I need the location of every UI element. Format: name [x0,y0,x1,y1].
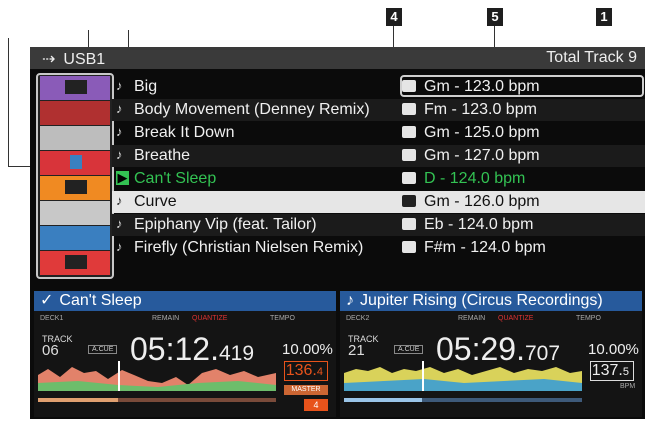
usb-icon: ⇢ [42,51,56,68]
artwork-thumb[interactable] [40,251,110,275]
tempo-unit: % [625,341,639,358]
key-icon [402,218,416,230]
total-track-count: Total Track 9 [546,49,637,66]
tempo-value: 10.00 [588,341,626,358]
track-key-bpm: Eb - 124.0 bpm [424,216,534,233]
remain-label: REMAIN [458,315,486,322]
track-row[interactable]: ♪ Big Gm - 123.0 bpm [112,76,645,98]
deck-label: DECK1 [40,315,64,322]
artwork-thumb[interactable] [40,126,110,150]
tempo-label: TEMPO [576,315,601,322]
deck-label: DECK2 [346,315,370,322]
music-note-icon: ♪ [116,193,123,208]
device-name: USB1 [63,51,106,68]
track-title: Firefly (Christian Nielsen Remix) [134,239,364,256]
tempo-unit: % [319,341,333,358]
key-icon [402,149,416,161]
callout-1: 1 [596,8,612,26]
track-row[interactable]: ♪ Firefly (Christian Nielsen Remix) F#m … [112,237,645,259]
artwork-thumb[interactable] [40,76,110,100]
callout-5: 5 [487,8,503,26]
sync-indicator: 4 [304,399,328,411]
track-key-bpm: D - 124.0 bpm [424,170,526,187]
track-row[interactable]: ♪ Breathe Gm - 127.0 bpm [112,145,645,167]
music-note-icon: ♪ [116,124,123,139]
key-icon [402,195,416,207]
deck-2-panel: ♪ Jupiter Rising (Circus Recordings) DECK… [340,291,642,417]
track-key-bpm: Gm - 125.0 bpm [424,124,540,141]
track-key-bpm: Gm - 127.0 bpm [424,147,540,164]
music-note-icon: ♪ [116,147,123,162]
waveform [344,361,582,391]
artwork-thumb[interactable] [40,101,110,125]
bpm-unit: BPM [620,383,636,390]
position-bar[interactable] [344,395,582,405]
track-title: Curve [134,193,177,210]
music-note-icon: ♪ [346,292,354,309]
key-icon [402,126,416,138]
master-indicator: MASTER [284,385,328,395]
track-key-bpm: Gm - 126.0 bpm [424,193,540,210]
music-note-icon: ♪ [116,239,123,254]
track-title: Big [134,78,158,95]
key-icon [402,103,416,115]
waveform [38,361,276,391]
deck-2-title: Jupiter Rising (Circus Recordings) [360,292,603,309]
track-title: Body Movement (Denney Remix) [134,101,370,118]
track-key-bpm: Gm - 123.0 bpm [424,78,540,95]
key-icon [402,172,416,184]
artwork-thumb[interactable] [40,151,110,175]
position-bar[interactable] [38,395,276,405]
quantize-label: QUANTIZE [192,315,228,322]
track-key-bpm: F#m - 124.0 bpm [424,239,546,256]
track-row[interactable]: ♪ Body Movement (Denney Remix) Fm - 123.… [112,99,645,121]
track-row[interactable]: ♪ Break It Down Gm - 125.0 bpm [112,122,645,144]
track-title: Can't Sleep [134,170,217,187]
artwork-thumb[interactable] [40,201,110,225]
header-bar: ⇢ USB1 Total Track 9 [30,47,645,69]
browse-screen: ⇢ USB1 Total Track 9 ♪ Big Gm - 123.0 bpm… [30,47,645,419]
tempo-value: 10.00 [282,341,320,358]
tempo-label: TEMPO [270,315,295,322]
callout-4: 4 [386,8,402,26]
auto-cue-indicator: A.CUE [88,345,118,354]
check-icon: ✓ [40,292,54,309]
music-note-icon: ♪ [116,216,123,231]
track-title: Break It Down [134,124,235,141]
track-number: 06 [42,342,59,359]
key-icon [402,241,416,253]
auto-cue-indicator: A.CUE [394,345,424,354]
deck-1-panel: ✓ Can't Sleep DECK1 REMAIN QUANTIZE TEMPO… [34,291,336,417]
track-row-loaded[interactable]: ▶ Can't Sleep D - 124.0 bpm [112,168,645,190]
music-note-icon: ♪ [116,78,123,93]
artwork-thumb[interactable] [40,176,110,200]
quantize-label: QUANTIZE [498,315,534,322]
track-row-selected[interactable]: ♪ Curve Gm - 126.0 bpm [112,191,645,213]
remain-label: REMAIN [152,315,180,322]
bpm-decimal: 5 [622,366,629,378]
track-title: Breathe [134,147,191,164]
bpm-decimal: 4 [316,366,323,378]
deck-1-title: Can't Sleep [59,292,142,309]
bpm-value: 136. [285,362,317,379]
play-icon: ▶ [116,170,129,185]
music-note-icon: ♪ [116,101,123,116]
artwork-column [36,73,114,279]
track-row[interactable]: ♪ Epiphany Vip (feat. Tailor) Eb - 124.0… [112,214,645,236]
track-number: 21 [348,342,365,359]
key-icon [402,80,416,92]
bpm-value: 137. [591,362,623,379]
artwork-thumb[interactable] [40,226,110,250]
track-title: Epiphany Vip (feat. Tailor) [134,216,317,233]
track-key-bpm: Fm - 123.0 bpm [424,101,537,118]
